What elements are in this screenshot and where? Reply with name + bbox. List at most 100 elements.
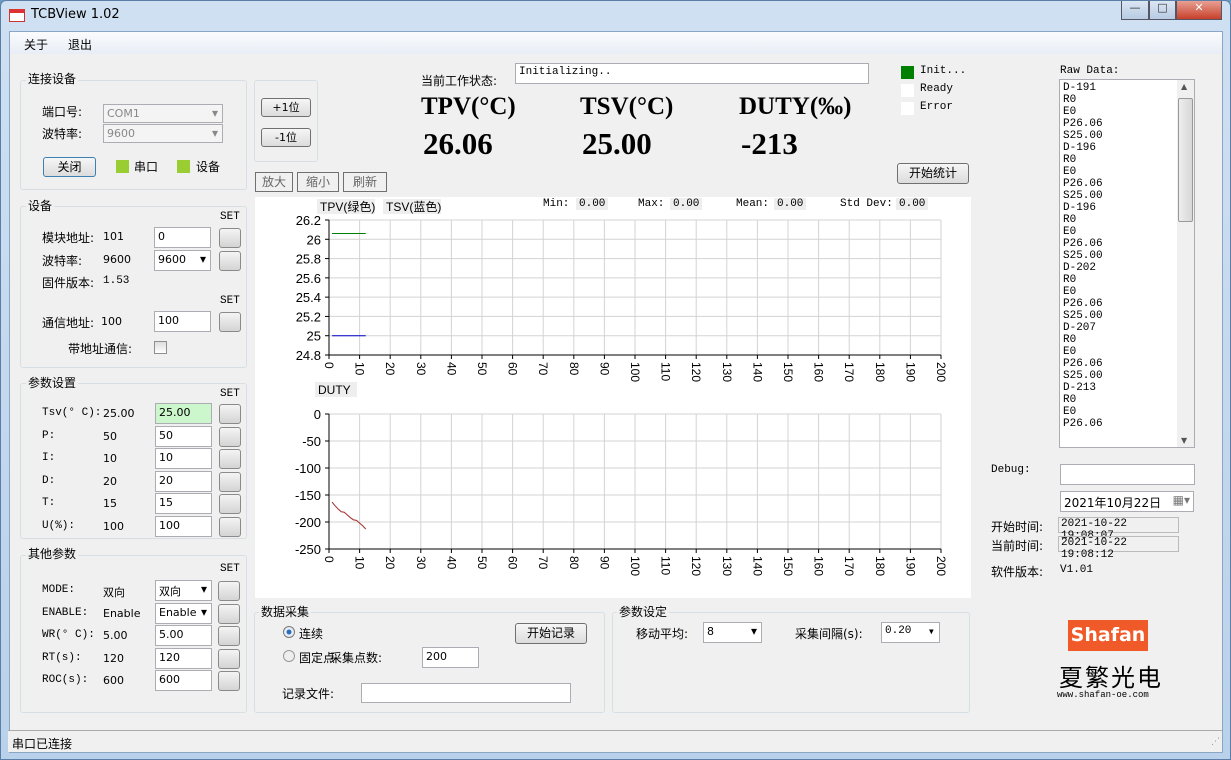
avg-label: 移动平均:: [636, 627, 689, 641]
device-baud-set-button[interactable]: [219, 251, 241, 271]
set-header: SET: [220, 211, 240, 223]
start-stats-button[interactable]: 开始统计: [897, 163, 969, 184]
other-set-button[interactable]: [218, 581, 240, 601]
x-tick-label: 200: [934, 362, 948, 382]
start-record-button[interactable]: 开始记录: [515, 623, 587, 644]
window-title: TCBView 1.02: [31, 7, 120, 22]
module-addr-set-button[interactable]: [219, 228, 241, 248]
param-input[interactable]: 25.00: [155, 403, 212, 424]
points-input[interactable]: 200: [422, 647, 479, 668]
x-tick-label: 160: [812, 556, 826, 576]
device-baud-select[interactable]: 9600: [154, 250, 211, 271]
menu-about[interactable]: 关于: [24, 36, 48, 53]
fixed-radio[interactable]: [283, 650, 295, 662]
param-input[interactable]: 100: [155, 515, 212, 537]
y-tick-label: -150: [295, 488, 321, 503]
legend-entry: DUTY: [318, 383, 351, 397]
raw-data-line: E0: [1063, 226, 1077, 238]
minus-digit-button[interactable]: -1位: [261, 128, 311, 147]
baud-select[interactable]: 9600: [103, 124, 223, 143]
version-value: V1.01: [1060, 564, 1094, 576]
param-input[interactable]: 10: [155, 448, 212, 469]
other-input[interactable]: 120: [155, 647, 212, 669]
minimize-button[interactable]: —: [1121, 1, 1149, 20]
date-picker[interactable]: 2021年10月22日 ▦▾: [1060, 491, 1194, 512]
param-value: 10: [103, 452, 117, 465]
param-set-button[interactable]: [219, 426, 241, 447]
raw-data-line: R0: [1063, 334, 1077, 346]
y-tick-label: 25.4: [296, 290, 321, 305]
setting-title: 参数设定: [617, 603, 670, 620]
other-set-button[interactable]: [218, 626, 240, 646]
device-lamp: [177, 160, 190, 173]
set-header-3: SET: [220, 388, 240, 400]
serial-lamp: [116, 160, 129, 173]
other-input[interactable]: 5.00: [155, 625, 212, 646]
other-set-button[interactable]: [218, 671, 240, 691]
comm-addr-input[interactable]: 100: [154, 311, 211, 332]
param-set-button[interactable]: [219, 494, 241, 514]
interval-select[interactable]: 0.20: [881, 622, 940, 643]
with-addr-checkbox[interactable]: [154, 341, 167, 354]
param-set-button[interactable]: [219, 516, 241, 537]
param-value: 15: [103, 497, 117, 510]
other-input[interactable]: Enable: [155, 602, 212, 624]
close-port-button[interactable]: 关闭: [43, 157, 96, 177]
raw-data-scrollbar[interactable]: ▲ ▼: [1177, 80, 1194, 447]
param-label: Tsv(° C):: [42, 407, 102, 419]
other-input[interactable]: 双向: [155, 580, 212, 601]
x-tick-label: 120: [689, 362, 703, 382]
param-input[interactable]: 50: [155, 425, 212, 447]
scroll-up-icon[interactable]: ▲: [1181, 82, 1187, 91]
comm-addr-set-button[interactable]: [219, 312, 241, 332]
x-tick-label: 80: [567, 556, 581, 570]
status-lamp-label: Error: [920, 101, 954, 113]
menu-exit[interactable]: 退出: [68, 36, 92, 53]
refresh-button[interactable]: 刷新: [343, 172, 387, 192]
close-button[interactable]: ✕: [1176, 1, 1222, 20]
continuous-radio[interactable]: [283, 626, 295, 638]
readout-label: DUTY(‰): [739, 93, 852, 120]
scroll-down-icon[interactable]: ▼: [1181, 436, 1187, 445]
plus-digit-button[interactable]: +1位: [261, 98, 311, 117]
module-addr-label: 模块地址:: [42, 231, 95, 245]
param-input[interactable]: 15: [155, 493, 212, 514]
x-tick-label: 60: [506, 362, 520, 376]
maximize-button[interactable]: □: [1149, 1, 1176, 20]
zoom-out-button[interactable]: 缩小: [297, 172, 339, 192]
y-tick-label: 25: [307, 329, 321, 344]
param-input[interactable]: 20: [155, 470, 212, 492]
other-label: RT(s):: [42, 651, 82, 664]
zoom-in-button[interactable]: 放大: [255, 172, 293, 192]
date-value: 2021年10月22日: [1064, 496, 1162, 510]
raw-data-line: S25.00: [1063, 190, 1103, 202]
other-set-button[interactable]: [218, 603, 240, 624]
readout-label: TSV(°C): [580, 93, 674, 120]
port-select[interactable]: COM1: [103, 104, 223, 123]
raw-data-line: S25.00: [1063, 310, 1103, 322]
param-value: 100: [103, 519, 124, 533]
title-bar[interactable]: TCBView 1.02 — □ ✕: [1, 1, 1230, 29]
other-input[interactable]: 600: [155, 670, 212, 691]
file-input[interactable]: [361, 683, 571, 703]
x-tick-label: 180: [873, 556, 887, 576]
param-set-button[interactable]: [219, 404, 241, 424]
raw-data-line: D-191: [1063, 82, 1097, 94]
avg-select[interactable]: 8: [703, 622, 762, 643]
param-set-button[interactable]: [219, 449, 241, 469]
scroll-thumb[interactable]: [1178, 98, 1193, 222]
raw-data-list[interactable]: D-191 R0 E0 P26.06 S25.00 D-196 R0 E0 P26.06 S25.…: [1059, 79, 1195, 448]
param-label: D:: [42, 474, 56, 487]
legend-entry: TPV(绿色): [320, 199, 375, 214]
charts-svg: TPV(绿色) TSV(蓝色)0 10 20 30 40 50 60 70 80 90 100 110 1…: [295, 199, 948, 576]
calendar-icon[interactable]: ▦▾: [1173, 493, 1190, 507]
raw-data-line: R0: [1063, 154, 1077, 166]
resize-grip-icon[interactable]: ⋰: [1211, 737, 1220, 747]
x-tick-label: 200: [934, 556, 948, 576]
param-set-button[interactable]: [219, 471, 241, 492]
other-set-button[interactable]: [218, 648, 240, 669]
module-addr-input[interactable]: 0: [154, 227, 211, 248]
x-tick-label: 40: [444, 556, 458, 570]
debug-input[interactable]: [1060, 464, 1195, 485]
raw-data-line: P26.06: [1063, 358, 1103, 370]
